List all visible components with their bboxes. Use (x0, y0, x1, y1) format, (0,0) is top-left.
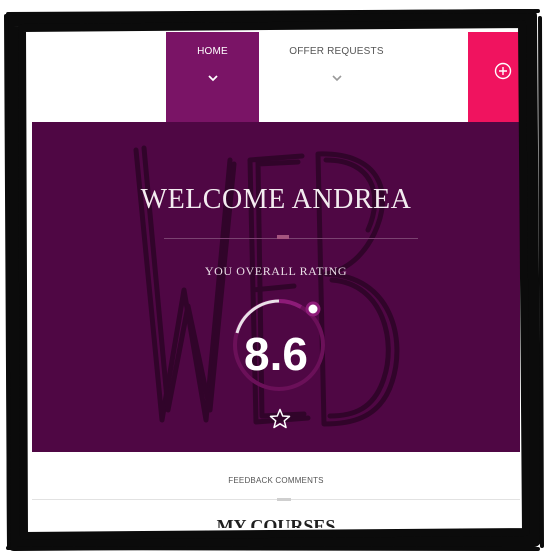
tab-home-label: HOME (197, 46, 228, 57)
overall-rating-value: 8.6 (244, 328, 308, 380)
tab-offer-requests-label: OFFER REQUESTS (289, 46, 384, 57)
rating-ring-handle (305, 301, 321, 317)
section-divider-accent (277, 498, 291, 501)
feedback-comments-link[interactable]: FEEDBACK COMMENTS (32, 476, 520, 485)
add-button[interactable] (468, 32, 520, 122)
app-screen: HOME OFFER REQUESTS WELCOME ANDREA YOU O… (32, 32, 520, 528)
tab-home[interactable]: HOME (166, 32, 259, 122)
tab-offer-requests[interactable]: OFFER REQUESTS (259, 32, 414, 122)
title-divider (164, 238, 418, 239)
star-outline-icon (269, 408, 291, 429)
top-nav: HOME OFFER REQUESTS (32, 32, 520, 122)
chevron-down-icon (331, 75, 342, 82)
my-courses-heading: MY COURSES (216, 516, 336, 528)
welcome-title: WELCOME ANDREA (140, 184, 412, 215)
plus-circle-icon (494, 62, 512, 80)
chevron-down-icon (207, 75, 218, 82)
title-divider-accent (277, 235, 289, 239)
section-divider (32, 499, 520, 500)
welcome-hero: WELCOME ANDREA YOU OVERALL RATING 8.6 (32, 122, 520, 452)
rating-caption: YOU OVERALL RATING (204, 264, 348, 278)
